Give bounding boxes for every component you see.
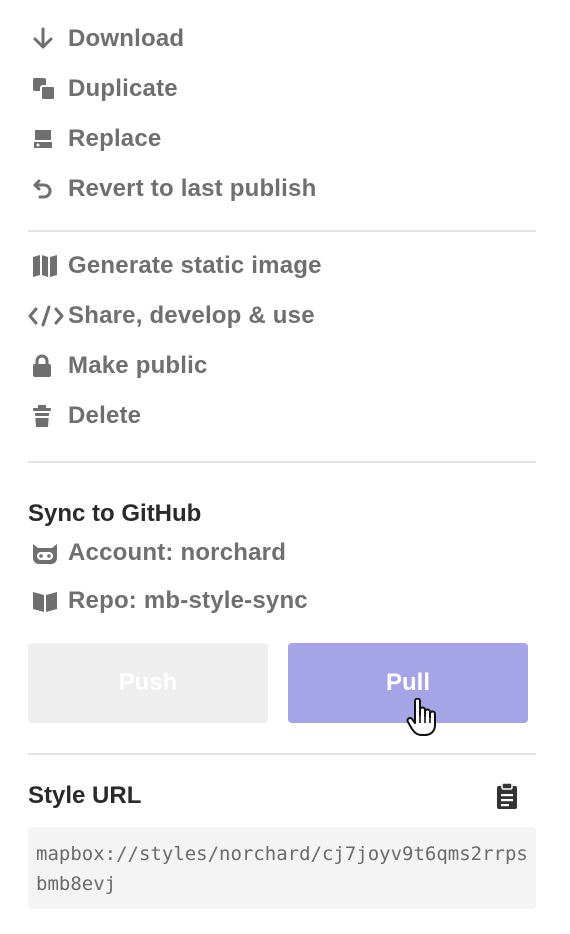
book-icon [28,585,68,617]
github-repo-item[interactable]: Repo: mb-style-sync [28,577,536,625]
revert-icon [28,173,68,205]
menu-item-label: Revert to last publish [68,175,317,202]
secondary-actions-menu: Generate static image Share, develop & u… [28,232,536,441]
menu-item-replace[interactable]: Replace [28,114,536,164]
menu-item-label: Replace [68,125,162,152]
clipboard-icon[interactable] [490,779,524,813]
style-options-panel: Download Duplicate Replace Revert to las… [28,0,536,909]
github-account-item[interactable]: Account: norchard [28,529,536,577]
github-account-label: Account: norchard [68,539,287,566]
octocat-icon [28,537,68,569]
duplicate-icon [28,73,68,105]
pull-button[interactable]: Pull [288,643,528,736]
menu-item-duplicate[interactable]: Duplicate [28,64,536,114]
push-button[interactable]: Push [28,643,268,723]
replace-icon [28,123,68,155]
code-icon [28,300,68,332]
primary-actions-menu: Download Duplicate Replace Revert to las… [28,0,536,214]
style-url-value[interactable]: mapbox://styles/norchard/cj7joyv9t6qms2r… [28,827,536,909]
pull-button-label: Pull [385,669,430,696]
style-url-title: Style URL [28,782,142,809]
trash-icon [28,400,68,432]
menu-item-make-public[interactable]: Make public [28,341,536,391]
map-icon [28,250,68,282]
style-url-header: Style URL [28,779,536,813]
download-icon [28,23,68,55]
menu-item-label: Make public [68,352,208,379]
github-repo-label: Repo: mb-style-sync [68,587,308,614]
menu-item-share-develop-use[interactable]: Share, develop & use [28,291,536,341]
hand-cursor-icon [406,697,438,738]
menu-item-generate-static-image[interactable]: Generate static image [28,241,536,291]
menu-item-delete[interactable]: Delete [28,391,536,441]
divider [28,753,536,755]
lock-icon [28,350,68,382]
menu-item-label: Share, develop & use [68,302,315,329]
sync-buttons: Push Pull [28,643,528,736]
sync-section-title: Sync to GitHub [28,500,202,527]
menu-item-label: Download [68,25,185,52]
menu-item-revert[interactable]: Revert to last publish [28,164,536,214]
sync-info-list: Account: norchard Repo: mb-style-sync [28,529,536,625]
menu-item-download[interactable]: Download [28,14,536,64]
menu-item-label: Duplicate [68,75,178,102]
menu-item-label: Generate static image [68,252,322,279]
menu-item-label: Delete [68,402,142,429]
divider [28,461,536,463]
